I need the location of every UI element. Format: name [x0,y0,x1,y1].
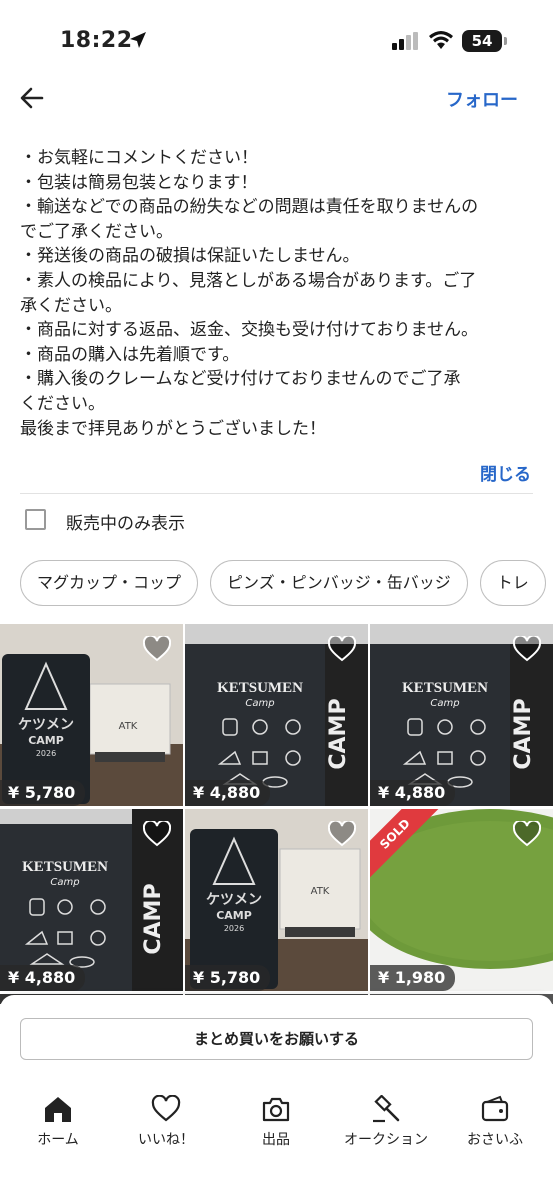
description-line: ・包装は簡易包装となります！ [20,172,258,193]
chip-tray[interactable]: トレ [479,560,546,606]
mug-year-text: 2026 [36,749,56,758]
divider [20,493,533,494]
wifi-icon [429,31,453,49]
like-heart-icon[interactable] [513,821,541,847]
battery-icon: 54 [462,30,507,52]
price-tag: ¥ 4,880 [185,780,271,806]
box-brand-text: KETSUMEN [217,680,303,696]
description-line: ・素人の検品により、見落としがある場合があります。ご了 [20,270,477,291]
status-time: 18:22 [60,28,133,53]
tab-label: オークション [344,1132,428,1148]
tab-sell[interactable]: 出品 [221,1095,331,1149]
description-line: でご了承ください。 [20,221,173,242]
description-line: ・商品の購入は先着順です。 [20,344,240,365]
status-bar: 18:22 54 [0,0,553,80]
price-tag: ¥ 1,980 [370,965,456,991]
mug-year-text: 2026 [224,924,244,933]
box-text: ATK [311,886,330,897]
price-tag: ¥ 5,780 [185,965,271,991]
tab-bar: ホーム いいね！ 出品 オークション おさいふ [0,1095,553,1155]
price-tag: ¥ 5,780 [0,780,86,806]
description-line: ください。 [20,393,105,414]
price-tag: ¥ 4,880 [0,965,86,991]
roll-text: CAMP [511,698,536,769]
product-tile[interactable]: KETSUMEN Camp CAMP ¥ 4,880 [185,624,368,806]
wallet-icon [481,1095,509,1122]
category-chips: マグカップ・コップ ピンズ・ピンバッジ・缶バッジ トレ [20,560,546,606]
follow-button[interactable]: フォロー [446,86,518,112]
box-sub-text: Camp [245,698,274,709]
camera-icon [262,1097,290,1122]
chip-mugcup[interactable]: マグカップ・コップ [20,560,199,606]
tab-likes[interactable]: いいね！ [111,1095,221,1149]
tab-label: いいね！ [138,1132,194,1148]
box-sub-text: Camp [50,877,79,888]
like-heart-icon[interactable] [328,821,356,847]
mug-logo-text: ケツメン [206,892,262,908]
box-sub-text: Camp [430,698,459,709]
on-sale-only-label[interactable]: 販売中のみ表示 [66,509,185,534]
description-line: ・お気軽にコメントください！ [20,148,258,168]
close-description-link[interactable]: 閉じる [480,460,531,485]
description-line: 承ください。 [20,295,122,316]
tab-wallet[interactable]: おさいふ [440,1095,550,1149]
gavel-icon [373,1095,400,1123]
description-line: ・発送後の商品の破損は保証いたしません。 [20,246,360,267]
description-line: ・商品に対する返品、返金、交換も受け付けておりません。 [20,320,478,341]
on-sale-only-checkbox[interactable] [25,509,46,530]
heart-icon [151,1095,181,1122]
box-brand-text: KETSUMEN [402,680,488,696]
tab-label: ホーム [37,1132,79,1148]
shop-description: ・お気軽にコメントください！ ・包装は簡易包装となります！ ・輸送などでの商品の… [20,146,535,441]
product-tile[interactable]: KETSUMEN Camp CAMP ¥ 4,880 [0,809,183,991]
box-text: ATK [119,721,138,732]
back-button[interactable] [18,84,46,112]
mug-logo-text: ケツメン [18,717,74,733]
product-tile[interactable]: SOLD ¥ 1,980 [370,809,553,991]
box-brand-text: KETSUMEN [22,859,108,875]
mug-camp-text: CAMP [216,909,252,922]
product-tile[interactable]: ケツメン CAMP 2026 ATK ¥ 5,780 [0,624,183,806]
roll-text: CAMP [326,698,351,769]
product-tile[interactable]: KETSUMEN Camp CAMP ¥ 4,880 [370,624,553,806]
product-tile[interactable]: ケツメン CAMP 2026 ATK ¥ 5,780 [185,809,368,991]
like-heart-icon[interactable] [143,636,171,662]
description-line: ・購入後のクレームなど受け付けておりませんのでご了承 [20,369,461,390]
tab-label: 出品 [262,1132,290,1148]
chip-pins[interactable]: ピンズ・ピンバッジ・缶バッジ [210,560,468,606]
tab-home[interactable]: ホーム [3,1095,113,1149]
home-icon [45,1097,71,1122]
mug-camp-text: CAMP [28,734,64,747]
description-line: ・輸送などでの商品の紛失などの問題は責任を取りませんの [20,197,479,218]
bottom-sheet: まとめ買いをお願いする ホーム いいね！ 出品 オークション おさいふ [0,995,553,1200]
location-arrow-icon [130,32,146,48]
roll-text: CAMP [141,883,166,954]
bulk-buy-request-button[interactable]: まとめ買いをお願いする [20,1018,533,1060]
tab-auction[interactable]: オークション [331,1095,441,1149]
like-heart-icon[interactable] [143,821,171,847]
like-heart-icon[interactable] [328,636,356,662]
signal-icon [392,32,418,50]
price-tag: ¥ 4,880 [370,780,456,806]
tab-label: おさいふ [467,1132,523,1148]
like-heart-icon[interactable] [513,636,541,662]
description-line: 最後まで拝見ありがとうございました！ [20,418,326,439]
